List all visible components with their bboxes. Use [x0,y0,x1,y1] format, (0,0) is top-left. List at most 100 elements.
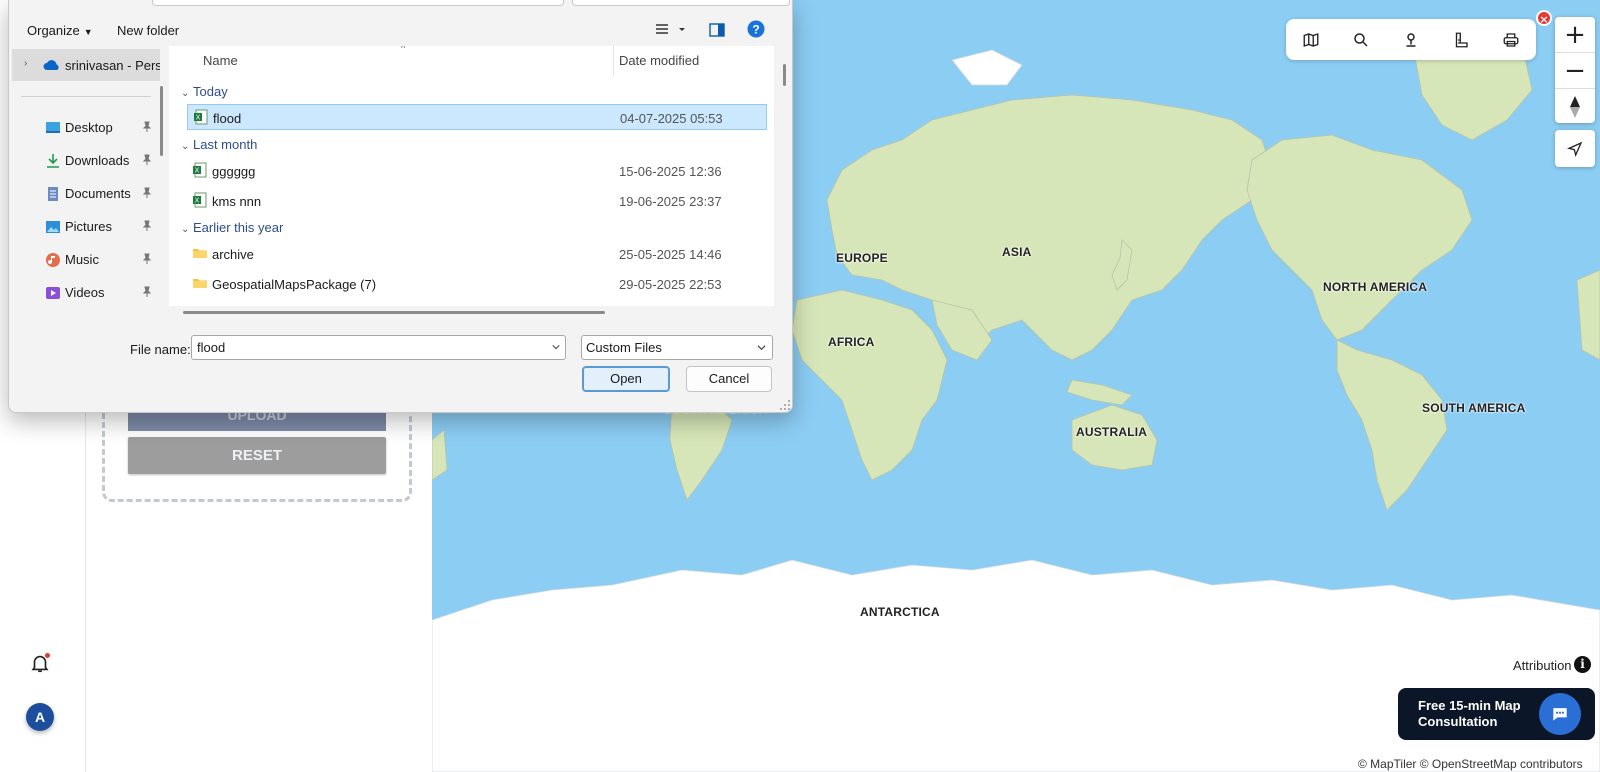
column-header-date[interactable]: Date modified [619,46,699,76]
nav-item-documents[interactable]: Documents [9,178,166,210]
preview-pane-icon[interactable] [709,22,725,41]
nav-item-videos[interactable]: Videos [9,277,166,309]
file-row-flood[interactable]: X flood 04-07-2025 05:53 [187,104,767,130]
file-row-kms-nnn[interactable]: X kms nnn 19-06-2025 23:37 [187,188,767,214]
help-icon[interactable]: ? [747,20,765,41]
pin-icon [142,121,152,132]
resize-grip-icon[interactable] [779,399,791,411]
chevron-down-icon: ⌄ [181,141,190,152]
group-last-month[interactable]: ⌄ Last month [181,137,257,152]
search-icon[interactable] [1336,19,1386,60]
desktop-icon [46,122,60,133]
documents-icon [48,187,58,201]
avatar[interactable]: A [26,703,54,731]
column-header-name[interactable]: Name [203,46,238,76]
map-layers-icon[interactable] [1286,19,1336,60]
nav-label: Downloads [65,153,130,168]
open-button[interactable]: Open [582,366,670,392]
excel-file-icon: X [193,192,207,208]
map-toolbar [1286,19,1536,60]
file-row-gggggg[interactable]: X gggggg 15-06-2025 12:36 [187,158,767,184]
view-options-icon[interactable] [654,22,688,41]
nav-label: Desktop [65,120,113,135]
zoom-out-button[interactable]: − [1555,53,1595,88]
search-input[interactable] [572,0,790,6]
attribution-text[interactable]: Attribution [1513,658,1572,673]
nav-item-pictures[interactable]: Pictures [9,211,166,243]
scrollbar-thumb[interactable] [183,311,605,314]
zoom-controls: + − [1555,17,1595,123]
file-row-geospatialmapspackage[interactable]: GeospatialMapsPackage (7) 29-05-2025 22:… [187,271,767,297]
file-row-archive[interactable]: archive 25-05-2025 14:46 [187,241,767,267]
geolocate-icon[interactable] [1555,130,1595,167]
cancel-button[interactable]: Cancel [686,366,772,392]
consultation-promo[interactable]: Free 15-min Map Consultation [1398,688,1595,740]
reset-button[interactable]: RESET [128,437,386,474]
svg-text:X: X [196,115,201,122]
promo-line-2: Consultation [1418,714,1498,729]
scrollbar-thumb[interactable] [783,64,786,86]
file-date: 19-06-2025 23:37 [619,194,722,209]
file-date: 04-07-2025 05:53 [620,111,723,126]
pictures-icon [46,221,60,233]
file-name: GeospatialMapsPackage (7) [212,277,377,292]
close-toolbar-icon[interactable]: × [1536,10,1552,26]
file-date: 15-06-2025 12:36 [619,164,722,179]
divider [21,96,151,97]
nav-label: Pictures [65,219,112,234]
info-icon[interactable]: i [1574,656,1591,673]
pin-icon [142,253,152,264]
label-asia: ASIA [1002,245,1032,259]
file-list: Name ^ Date modified ⌄ Today X flood 04-0… [169,46,774,306]
address-bar[interactable] [152,0,564,6]
group-label: Earlier this year [193,220,284,235]
label-africa: AFRICA [828,335,875,349]
label-south-america-right: SOUTH AMERICA [1422,401,1526,415]
map-copyright[interactable]: © MapTiler © OpenStreetMap contributors [1358,757,1583,771]
promo-text: Free 15-min Map Consultation [1418,698,1538,730]
chevron-down-icon[interactable] [552,343,560,351]
measure-icon[interactable] [1436,19,1486,60]
location-pin-icon[interactable] [1386,19,1436,60]
group-today[interactable]: ⌄ Today [181,84,228,99]
group-label: Last month [193,137,258,152]
file-name-value: flood [197,340,226,355]
download-icon [47,154,59,168]
nav-label: Videos [65,285,105,300]
column-separator[interactable] [613,46,614,76]
print-icon[interactable] [1486,19,1536,60]
label-europe: EUROPE [836,251,888,265]
navigation-pane: › srinivasan - Personal Desktop Download… [9,46,166,328]
svg-text:X: X [195,198,200,205]
organize-button[interactable]: Organize ▼ [27,23,93,38]
zoom-in-button[interactable]: + [1555,17,1595,52]
label-antarctica: ANTARCTICA [860,605,940,619]
promo-line-1: Free 15-min Map [1418,698,1521,713]
pin-icon [142,154,152,165]
sort-ascending-icon: ^ [401,46,406,53]
new-folder-button[interactable]: New folder [117,23,179,38]
file-type-select[interactable]: Custom Files [581,335,773,360]
folder-icon [193,249,207,258]
chat-icon[interactable] [1539,693,1581,735]
compass-icon[interactable] [1555,89,1595,124]
nav-scrollbar[interactable] [160,86,163,156]
file-name-input[interactable]: flood [191,335,566,360]
file-list-vertical-scrollbar[interactable] [776,46,792,302]
chevron-down-icon: ▼ [83,27,93,37]
group-earlier-this-year[interactable]: ⌄ Earlier this year [181,220,283,235]
file-name-label: File name: [130,342,191,357]
music-icon [46,253,60,267]
file-date: 25-05-2025 14:46 [619,247,722,262]
file-list-horizontal-scrollbar[interactable] [169,306,774,320]
chevron-down-icon: ⌄ [181,224,190,235]
chevron-right-icon: › [24,58,28,69]
nav-item-onedrive[interactable]: › srinivasan - Personal [12,49,160,81]
file-name: flood [213,111,242,126]
nav-item-downloads[interactable]: Downloads [9,145,166,177]
chevron-down-icon: ⌄ [181,88,190,99]
nav-item-desktop[interactable]: Desktop [9,112,166,144]
nav-item-music[interactable]: Music [9,244,166,276]
file-name: kms nnn [212,194,262,209]
pin-icon [142,286,152,297]
